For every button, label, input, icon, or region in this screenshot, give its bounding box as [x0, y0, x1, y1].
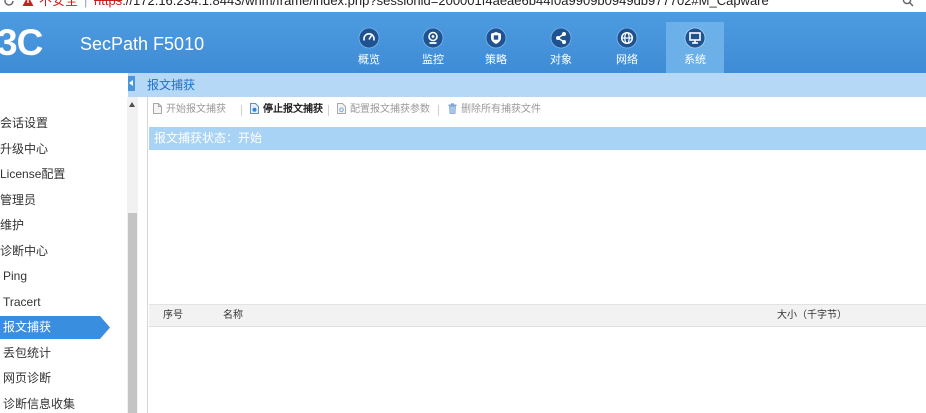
sidebar-item-license[interactable]: License配置 [0, 162, 127, 188]
globe-icon [616, 27, 638, 49]
trash-icon [448, 103, 457, 114]
sidebar-item-session-settings[interactable]: 会话设置 [0, 111, 127, 137]
nav-policy[interactable]: 策略 [467, 22, 525, 73]
nav-network[interactable]: 网络 [598, 22, 656, 73]
start-capture-button[interactable]: 开始报文捕获 [153, 100, 226, 120]
nav-overview[interactable]: 概览 [340, 22, 398, 73]
capture-files-table-header: 序号 名称 大小（千字节） [149, 304, 926, 327]
sidebar-item-label: Ping [3, 269, 28, 283]
breadcrumb-current: 报文捕获 [147, 78, 196, 92]
start-capture-label: 开始报文捕获 [166, 104, 226, 115]
capture-status-text: 报文捕获状态：开始 [154, 131, 263, 145]
configure-capture-label: 配置报文捕获参数 [350, 104, 430, 115]
column-header-name: 名称 [223, 310, 243, 321]
nav-system[interactable]: 系统 [666, 22, 724, 73]
scrollbar-thumb[interactable] [128, 213, 137, 413]
sidebar-item-label: 诊断信息收集 [3, 396, 76, 411]
nav-label: 概览 [358, 54, 380, 66]
webcam-icon [422, 27, 444, 49]
reload-icon[interactable] [3, 0, 15, 7]
url-path: ://172.16.234.1:8443/wnm/frame/index.php… [122, 0, 769, 8]
sidebar-item-label: 升级中心 [0, 141, 49, 156]
column-header-index: 序号 [163, 310, 183, 321]
sidebar-item-label: 诊断中心 [0, 243, 49, 258]
brand-logo: 3C [0, 22, 43, 63]
toolbar-divider [241, 105, 242, 116]
column-header-size: 大小（千字节） [777, 310, 847, 321]
dashboard-gauge-icon [358, 27, 380, 49]
url-text[interactable]: https://172.16.234.1:8443/wnm/frame/inde… [94, 0, 769, 8]
sidebar-item-label: 网页诊断 [3, 371, 52, 385]
nav-monitor[interactable]: 监控 [404, 22, 462, 73]
stop-capture-button[interactable]: 停止报文捕获 [250, 100, 323, 120]
shield-icon [485, 27, 507, 49]
sidebar-item-label: 维护 [0, 218, 25, 232]
warning-icon [22, 0, 34, 6]
nav-label: 对象 [550, 54, 572, 66]
nav-label: 网络 [616, 54, 638, 66]
capture-files-table-body [149, 327, 926, 413]
scroll-up-arrow-icon[interactable] [129, 102, 135, 107]
delete-all-captures-button[interactable]: 删除所有捕获文件 [448, 100, 541, 120]
nav-object[interactable]: 对象 [532, 22, 590, 73]
start-capture-icon [153, 102, 162, 114]
search-icon[interactable] [902, 0, 914, 7]
browser-address-bar[interactable]: 不安全 | https://172.16.234.1:8443/wnm/fram… [0, 0, 926, 12]
nav-label: 系统 [684, 54, 706, 66]
sidebar-item-maintenance[interactable]: 维护 [0, 213, 127, 239]
sidebar-item-label: Tracert [3, 294, 41, 309]
sidebar-item-label: License配置 [0, 167, 66, 181]
toolbar-divider [438, 105, 439, 116]
app-header: 3C SecPath F5010 概览 监控 策略 对象 网络 系统 [0, 12, 926, 73]
sidebar-scrollbar[interactable] [127, 97, 138, 413]
stop-capture-icon [250, 102, 259, 114]
product-name: SecPath F5010 [80, 34, 205, 54]
url-scheme: https [94, 0, 123, 8]
sidebar-item-diag-info-collect[interactable]: 诊断信息收集 [0, 392, 127, 413]
sidebar-item-diagnostics[interactable]: 诊断中心 [0, 239, 127, 265]
sidebar-collapse-toggle[interactable] [128, 76, 135, 91]
monitor-icon [684, 27, 706, 49]
share-nodes-icon [550, 27, 572, 49]
sidebar-item-web-diagnosis[interactable]: 网页诊断 [0, 366, 127, 392]
stop-capture-label: 停止报文捕获 [263, 104, 323, 115]
sidebar-item-tracert[interactable]: Tracert [0, 290, 127, 316]
sidebar-item-upgrade-center[interactable]: 升级中心 [0, 137, 127, 163]
configure-capture-icon [337, 102, 346, 114]
toolbar-divider [328, 105, 329, 116]
delete-all-captures-label: 删除所有捕获文件 [461, 104, 541, 115]
sidebar-item-packet-capture[interactable]: 报文捕获 [0, 315, 127, 341]
breadcrumb: 报文捕获 [128, 73, 926, 97]
sidebar-item-label: 丢包统计 [3, 345, 52, 360]
sidebar-item-packet-loss[interactable]: 丢包统计 [0, 341, 127, 367]
sidebar-item-label: 管理员 [0, 192, 37, 207]
sidebar-menu: 会话设置 升级中心 License配置 管理员 维护 诊断中心 Ping Tra… [0, 97, 127, 413]
sidebar-item-label: 会话设置 [0, 116, 49, 130]
main-panel: 开始报文捕获 停止报文捕获 配置报文捕获参数 删除所有捕获文件 报文捕获状态：开… [147, 97, 926, 413]
insecure-label: 不安全 [39, 0, 79, 8]
configure-capture-button[interactable]: 配置报文捕获参数 [337, 100, 430, 120]
nav-label: 策略 [485, 54, 507, 66]
address-divider: | [84, 0, 88, 8]
capture-status-bar: 报文捕获状态：开始 [149, 127, 926, 150]
sidebar-item-label: 报文捕获 [3, 320, 52, 334]
sidebar-item-admin[interactable]: 管理员 [0, 188, 127, 214]
sidebar-item-ping[interactable]: Ping [0, 264, 127, 290]
nav-label: 监控 [422, 54, 444, 66]
